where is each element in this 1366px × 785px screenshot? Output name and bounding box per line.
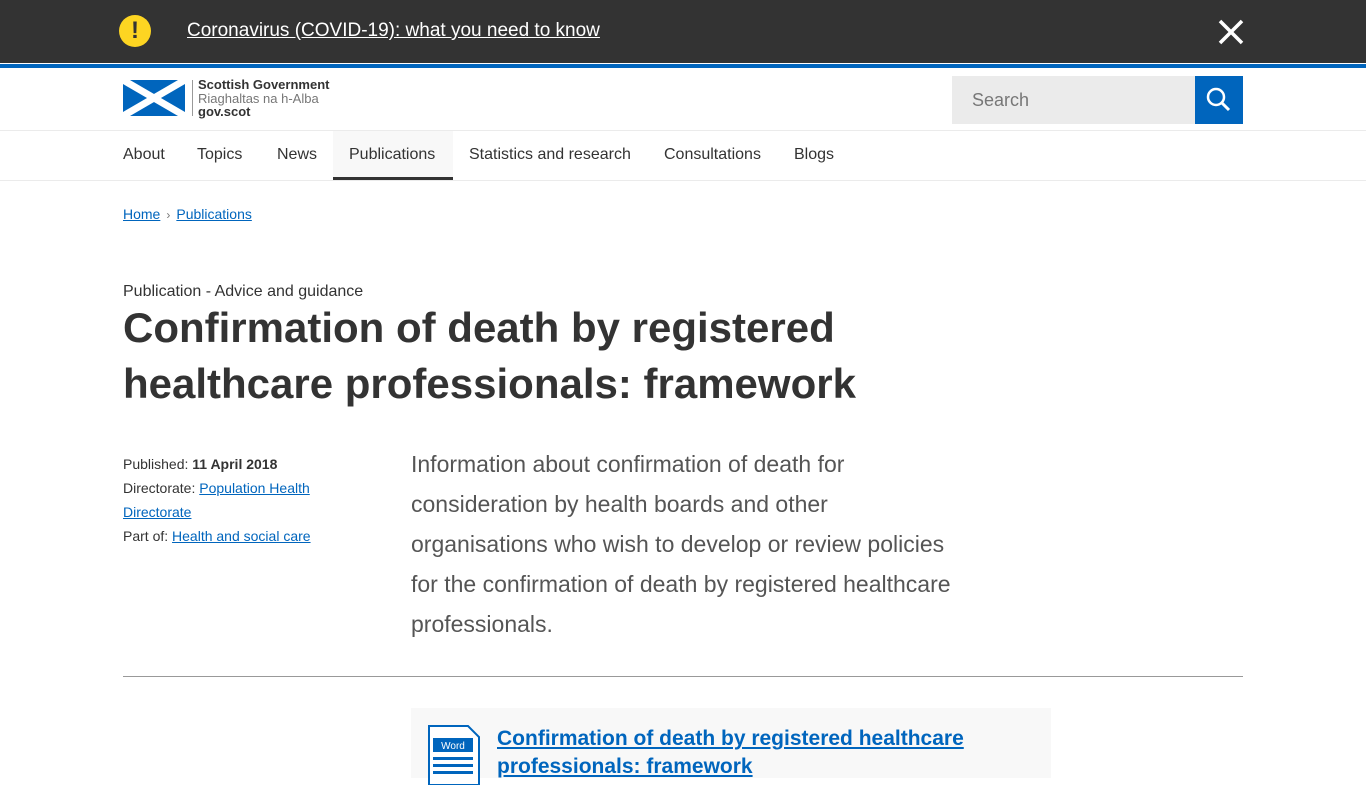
covid-info-link[interactable]: Coronavirus (COVID-19): what you need to… [187,20,600,42]
publication-summary: Information about confirmation of death … [411,451,951,637]
directorate-row: Directorate: Population Health Directora… [123,476,363,524]
main-navigation: About Topics News Publications Statistic… [0,131,1366,181]
nav-item-news[interactable]: News [261,131,333,180]
saltire-flag-icon [123,80,185,116]
search-button[interactable] [1195,76,1243,124]
search-icon [1206,87,1231,112]
nav-item-consultations[interactable]: Consultations [648,131,777,180]
published-row: Published: 11 April 2018 [123,452,363,476]
word-document-icon[interactable]: Word [428,725,480,785]
warning-icon: ! [119,15,151,47]
published-date: 11 April 2018 [192,456,278,472]
nav-item-publications[interactable]: Publications [333,131,453,180]
nav-item-blogs[interactable]: Blogs [778,131,850,180]
nav-item-statistics-and-research[interactable]: Statistics and research [453,131,647,180]
search-form [952,76,1243,124]
close-icon[interactable] [1216,17,1246,47]
site-logo[interactable]: Scottish Government Riaghaltas na h-Alba… [123,78,343,120]
word-label: Word [441,741,465,752]
nav-item-about[interactable]: About [107,131,181,180]
breadcrumb-home[interactable]: Home [123,206,160,222]
part-of-link[interactable]: Health and social care [172,528,311,544]
published-label: Published: [123,456,189,472]
document-download-link[interactable]: Confirmation of death by registered heal… [497,725,1017,781]
part-of-label: Part of: [123,528,169,544]
page-title: Confirmation of death by registered heal… [123,304,856,407]
logo-separator [192,80,193,116]
logo-line-1: Scottish Government [198,77,330,92]
chevron-right-icon: › [166,208,171,222]
publication-metadata: Published: 11 April 2018 Directorate: Po… [123,452,363,548]
logo-line-3: gov.scot [198,104,251,119]
site-header: Scottish Government Riaghaltas na h-Alba… [0,68,1366,131]
covid-banner: ! Coronavirus (COVID-19): what you need … [0,0,1366,63]
publication-type-label: Publication - Advice and guidance [123,283,364,300]
logo-line-2: Riaghaltas na h-Alba [198,90,319,106]
breadcrumb: Home › Publications [123,206,252,222]
nav-item-topics[interactable]: Topics [181,131,258,180]
content-divider [123,676,1243,677]
part-of-row: Part of: Health and social care [123,524,363,548]
search-input[interactable] [952,76,1195,124]
directorate-label: Directorate: [123,480,196,496]
breadcrumb-publications[interactable]: Publications [176,206,252,222]
logo-text: Scottish Government Riaghaltas na h-Alba… [198,78,329,119]
